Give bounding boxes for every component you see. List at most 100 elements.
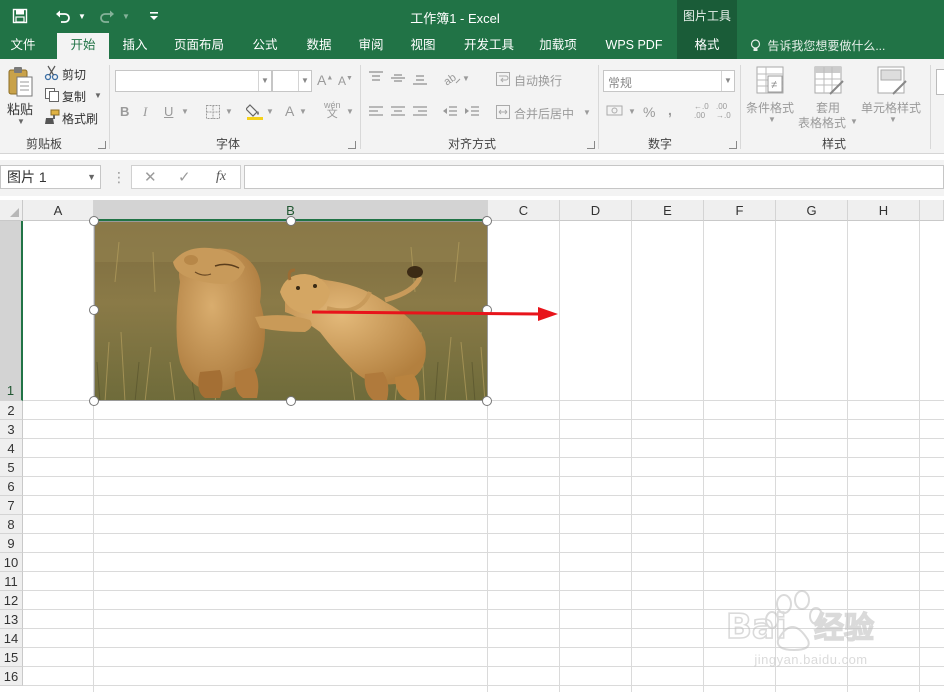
italic-button[interactable]: I [143,104,147,120]
format-as-table-icon[interactable] [814,66,844,99]
row-header-7[interactable]: 7 [0,496,23,515]
tab-review[interactable]: 审阅 [348,33,394,59]
conditional-formatting-dropdown-icon[interactable]: ▼ [768,115,776,124]
tab-formulas[interactable]: 公式 [242,33,288,59]
scissors-icon[interactable] [44,65,60,84]
resize-handle-top-right[interactable] [482,216,492,226]
column-header-next[interactable] [920,200,944,221]
underline-dropdown-icon[interactable]: ▼ [181,107,189,116]
column-header-c[interactable]: C [488,200,560,221]
font-launcher-icon[interactable] [348,141,356,149]
row-header-4[interactable]: 4 [0,439,23,458]
resize-handle-left[interactable] [89,305,99,315]
column-header-d[interactable]: D [560,200,632,221]
format-as-table-button[interactable]: 表格格式 [798,114,846,131]
align-top-icon[interactable] [368,70,384,89]
wrap-text-button[interactable]: 自动换行 [514,72,562,89]
decrease-indent-icon[interactable] [442,104,458,123]
number-format-combobox[interactable]: 常规 ▼ [603,70,735,92]
row-header-2[interactable]: 2 [0,401,23,420]
fill-color-icon[interactable] [245,102,264,123]
borders-dropdown-icon[interactable]: ▼ [225,107,233,116]
insert-function-button[interactable]: fx [216,169,226,185]
align-left-icon[interactable] [368,104,384,123]
alignment-launcher-icon[interactable] [587,141,595,149]
tab-page-layout[interactable]: 页面布局 [166,33,232,59]
conditional-formatting-icon[interactable]: ≠ [756,66,784,99]
comma-button[interactable]: , [668,102,672,118]
name-box[interactable]: 图片 1 ▼ [0,165,101,189]
phonetic-guide-icon[interactable]: wén 文 [324,101,341,120]
column-header-a[interactable]: A [23,200,94,221]
resize-handle-top[interactable] [286,216,296,226]
accounting-format-icon[interactable] [606,103,624,122]
underline-button[interactable]: U [164,104,173,119]
bold-button[interactable]: B [120,104,129,119]
merge-center-icon[interactable] [495,104,511,123]
row-header-10[interactable]: 10 [0,553,23,572]
row-header-8[interactable]: 8 [0,515,23,534]
phonetic-dropdown-icon[interactable]: ▼ [346,107,354,116]
clipboard-launcher-icon[interactable] [98,141,106,149]
row-header-5[interactable]: 5 [0,458,23,477]
row-header-16[interactable]: 16 [0,667,23,686]
font-size-combobox[interactable]: ▼ [272,70,312,92]
cancel-entry-button[interactable]: ✕ [144,168,157,186]
increase-decimal-icon[interactable]: ←.0.00 [694,102,709,120]
cut-button[interactable]: 剪切 [62,66,86,83]
customize-quick-access-icon[interactable] [146,6,162,26]
align-middle-icon[interactable] [390,70,406,89]
tab-data[interactable]: 数据 [296,33,342,59]
borders-icon[interactable] [205,104,221,123]
resize-handle-right[interactable] [482,305,492,315]
undo-icon[interactable] [52,6,74,26]
row-header-15[interactable]: 15 [0,648,23,667]
formula-input[interactable] [244,165,944,189]
redo-dropdown-icon[interactable]: ▼ [120,6,132,26]
cell-styles-button[interactable]: 单元格样式 [861,99,921,116]
column-header-g[interactable]: G [776,200,848,221]
cell-styles-icon[interactable] [877,66,907,99]
font-color-icon[interactable]: A [285,103,294,119]
format-painter-icon[interactable] [44,109,60,128]
tab-picture-format[interactable]: 格式 [677,33,737,59]
formula-bar-grip-icon[interactable]: ⋮ [112,169,126,186]
tab-developer[interactable]: 开发工具 [456,33,522,59]
paste-icon[interactable] [6,66,34,101]
row-header-1[interactable]: 1 [0,221,23,401]
tab-home[interactable]: 开始 [57,33,109,59]
font-name-combobox[interactable]: ▼ [115,70,272,92]
column-header-h[interactable]: H [848,200,920,221]
percent-button[interactable]: % [643,104,655,120]
tab-add-ins[interactable]: 加载项 [530,33,586,59]
confirm-entry-button[interactable]: ✓ [178,168,191,186]
format-as-table-dropdown-icon[interactable]: ▼ [850,117,858,126]
tell-me-search[interactable]: 告诉我您想要做什么... [750,37,885,54]
row-header-13[interactable]: 13 [0,610,23,629]
increase-font-size-icon[interactable]: A▲ [317,72,333,88]
orientation-dropdown-icon[interactable]: ▼ [462,74,470,83]
save-icon[interactable] [8,6,32,26]
resize-handle-bottom[interactable] [286,396,296,406]
row-header-12[interactable]: 12 [0,591,23,610]
row-header-14[interactable]: 14 [0,629,23,648]
increase-indent-icon[interactable] [464,104,480,123]
resize-handle-top-left[interactable] [89,216,99,226]
select-all-button[interactable] [0,200,23,221]
picture-lion-cubs[interactable] [94,221,488,401]
row-header-3[interactable]: 3 [0,420,23,439]
insert-cells-icon[interactable] [936,69,944,95]
fill-color-dropdown-icon[interactable]: ▼ [266,107,274,116]
column-header-e[interactable]: E [632,200,704,221]
number-launcher-icon[interactable] [729,141,737,149]
merge-center-button[interactable]: 合并后居中 [514,105,574,122]
undo-dropdown-icon[interactable]: ▼ [76,6,88,26]
align-center-icon[interactable] [390,104,406,123]
row-header-6[interactable]: 6 [0,477,23,496]
conditional-formatting-button[interactable]: 条件格式 [746,99,794,116]
align-right-icon[interactable] [412,104,428,123]
resize-handle-bottom-right[interactable] [482,396,492,406]
paste-button[interactable]: 粘贴 [7,99,33,118]
accounting-dropdown-icon[interactable]: ▼ [628,107,636,116]
row-header-9[interactable]: 9 [0,534,23,553]
